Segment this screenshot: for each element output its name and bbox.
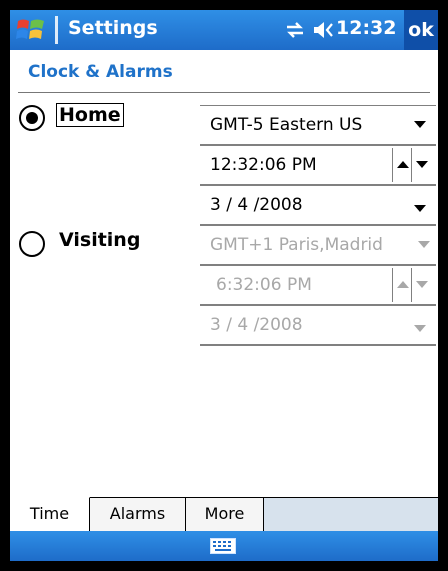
tab-bar: Time Alarms More — [10, 497, 438, 532]
home-time-spinner[interactable]: 12:32:06 PM — [200, 146, 436, 186]
tab-more[interactable]: More — [186, 497, 264, 532]
spinner-divider — [392, 148, 393, 182]
page-title: Clock & Alarms — [28, 62, 173, 82]
menu-bar — [10, 531, 438, 561]
visiting-timezone-value: GMT+1 Paris,Madrid — [210, 235, 383, 255]
header-divider — [18, 92, 430, 93]
keyboard-icon[interactable] — [210, 538, 236, 554]
home-date-picker[interactable]: 3 / 4 /2008 — [200, 186, 436, 226]
settings-screen: Settings 12:32 ok Clock & Alarms Home GM… — [10, 10, 438, 561]
home-label[interactable]: Home — [56, 103, 124, 127]
home-timezone-dropdown[interactable]: GMT-5 Eastern US — [200, 106, 436, 146]
spinner-divider — [411, 148, 412, 182]
visiting-label[interactable]: Visiting — [59, 229, 140, 251]
home-date-value: 3 / 4 /2008 — [210, 195, 303, 215]
home-time-value: 12:32:06 PM — [210, 155, 317, 175]
tab-alarms[interactable]: Alarms — [90, 497, 186, 532]
visiting-timezone-dropdown[interactable]: GMT+1 Paris,Madrid — [200, 226, 436, 266]
title-separator — [55, 16, 58, 44]
spin-down-icon[interactable] — [416, 161, 428, 168]
spin-down-icon[interactable] — [416, 281, 428, 288]
spinner-divider — [411, 268, 412, 302]
volume-icon[interactable] — [312, 20, 336, 40]
spin-up-icon[interactable] — [397, 281, 409, 288]
visiting-time-spinner[interactable]: 6:32:06 PM — [200, 266, 436, 306]
tab-time[interactable]: Time — [10, 497, 90, 532]
chevron-down-icon — [414, 121, 426, 128]
spinner-divider — [392, 268, 393, 302]
home-timezone-value: GMT-5 Eastern US — [210, 115, 363, 135]
chevron-down-icon — [418, 241, 430, 248]
visiting-radio[interactable] — [19, 231, 45, 257]
ok-button[interactable]: ok — [404, 10, 438, 50]
status-clock[interactable]: 12:32 — [336, 17, 396, 39]
home-label-text: Home — [56, 103, 124, 127]
visiting-time-value: 6:32:06 PM — [216, 275, 312, 295]
visiting-date-value: 3 / 4 /2008 — [210, 315, 303, 335]
title-bar: Settings 12:32 ok — [10, 10, 438, 50]
spin-up-icon[interactable] — [397, 161, 409, 168]
home-radio[interactable] — [19, 105, 45, 131]
radio-selected-dot — [26, 112, 38, 124]
chevron-down-icon — [414, 325, 426, 332]
app-title: Settings — [68, 17, 158, 39]
chevron-down-icon — [414, 205, 426, 212]
windows-start-icon[interactable] — [16, 16, 46, 44]
visiting-date-picker[interactable]: 3 / 4 /2008 — [200, 306, 436, 346]
connectivity-icon[interactable] — [284, 20, 306, 40]
